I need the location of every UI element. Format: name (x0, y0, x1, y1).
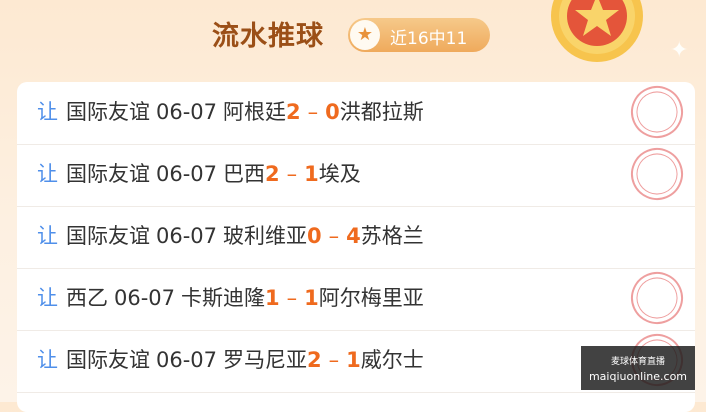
match-info: 让国际友谊 06-07 罗马尼亚2–1威尔士 (37, 344, 424, 374)
home-team: 罗马尼亚 (223, 348, 308, 372)
watermark-name: 麦球体育直播 (610, 357, 665, 367)
home-score: 1 (265, 286, 280, 310)
star-icon: ★ (350, 20, 380, 50)
score-separator: – (307, 100, 319, 124)
match-info: 让西乙 06-07 卡斯迪隆1–1阿尔梅里亚 (37, 282, 424, 312)
hit-stamp-icon (631, 272, 683, 324)
league: 国际友谊 (66, 162, 150, 186)
score-separator: – (286, 286, 298, 310)
hit-stamp-icon (631, 86, 683, 138)
league: 西乙 (66, 286, 108, 310)
handicap-tag: 让 (37, 162, 58, 186)
sparkle-icon: ✦ (670, 38, 689, 63)
score-separator: – (328, 348, 340, 372)
league: 国际友谊 (66, 100, 150, 124)
home-team: 玻利维亚 (223, 224, 308, 248)
away-team: 阿尔梅里亚 (318, 286, 424, 310)
site-watermark: 麦球体育直播 maiqiuonline.com (581, 346, 695, 390)
away-score: 1 (346, 348, 361, 372)
away-team: 洪都拉斯 (339, 100, 424, 124)
match-row[interactable]: 让国际友谊 06-07 阿根廷2–0洪都拉斯 (17, 82, 695, 145)
away-team: 威尔士 (360, 348, 424, 372)
match-row[interactable]: 让国际友谊 06-07 玻利维亚0–4苏格兰 (17, 206, 695, 269)
handicap-tag: 让 (37, 286, 58, 310)
home-team: 阿根廷 (223, 100, 287, 124)
match-date: 06-07 (114, 286, 176, 310)
score-separator: – (328, 224, 340, 248)
away-score: 0 (325, 100, 340, 124)
away-team: 苏格兰 (360, 224, 424, 248)
away-score: 4 (346, 224, 361, 248)
match-date: 06-07 (156, 224, 218, 248)
home-score: 2 (286, 100, 301, 124)
page-title: 流水推球 (212, 21, 324, 52)
match-info: 让国际友谊 06-07 玻利维亚0–4苏格兰 (37, 220, 424, 250)
medal-icon (551, 0, 643, 62)
league: 国际友谊 (66, 348, 150, 372)
home-score: 0 (307, 224, 322, 248)
home-score: 2 (265, 162, 280, 186)
match-date: 06-07 (156, 348, 218, 372)
away-team: 埃及 (318, 162, 361, 186)
match-row[interactable]: 让西乙 06-07 卡斯迪隆1–1阿尔梅里亚 (17, 268, 695, 331)
handicap-tag: 让 (37, 100, 58, 124)
home-team: 巴西 (223, 162, 266, 186)
home-score: 2 (307, 348, 322, 372)
match-info: 让国际友谊 06-07 巴西2–1埃及 (37, 158, 361, 188)
hit-stamp-icon (631, 148, 683, 200)
home-team: 卡斯迪隆 (181, 286, 266, 310)
record-badge-text: 近16中11 (390, 29, 468, 49)
match-date: 06-07 (156, 162, 218, 186)
match-date: 06-07 (156, 100, 218, 124)
handicap-tag: 让 (37, 224, 58, 248)
handicap-tag: 让 (37, 348, 58, 372)
match-info: 让国际友谊 06-07 阿根廷2–0洪都拉斯 (37, 96, 424, 126)
away-score: 1 (304, 286, 319, 310)
watermark-url: maiqiuonline.com (588, 370, 688, 383)
league: 国际友谊 (66, 224, 150, 248)
match-row[interactable]: 让国际友谊 06-07 巴西2–1埃及 (17, 144, 695, 207)
record-badge[interactable]: ★ 近16中11 (348, 18, 490, 52)
away-score: 1 (304, 162, 319, 186)
header: 流水推球 ★ 近16中11 ✦ (0, 0, 706, 80)
score-separator: – (286, 162, 298, 186)
